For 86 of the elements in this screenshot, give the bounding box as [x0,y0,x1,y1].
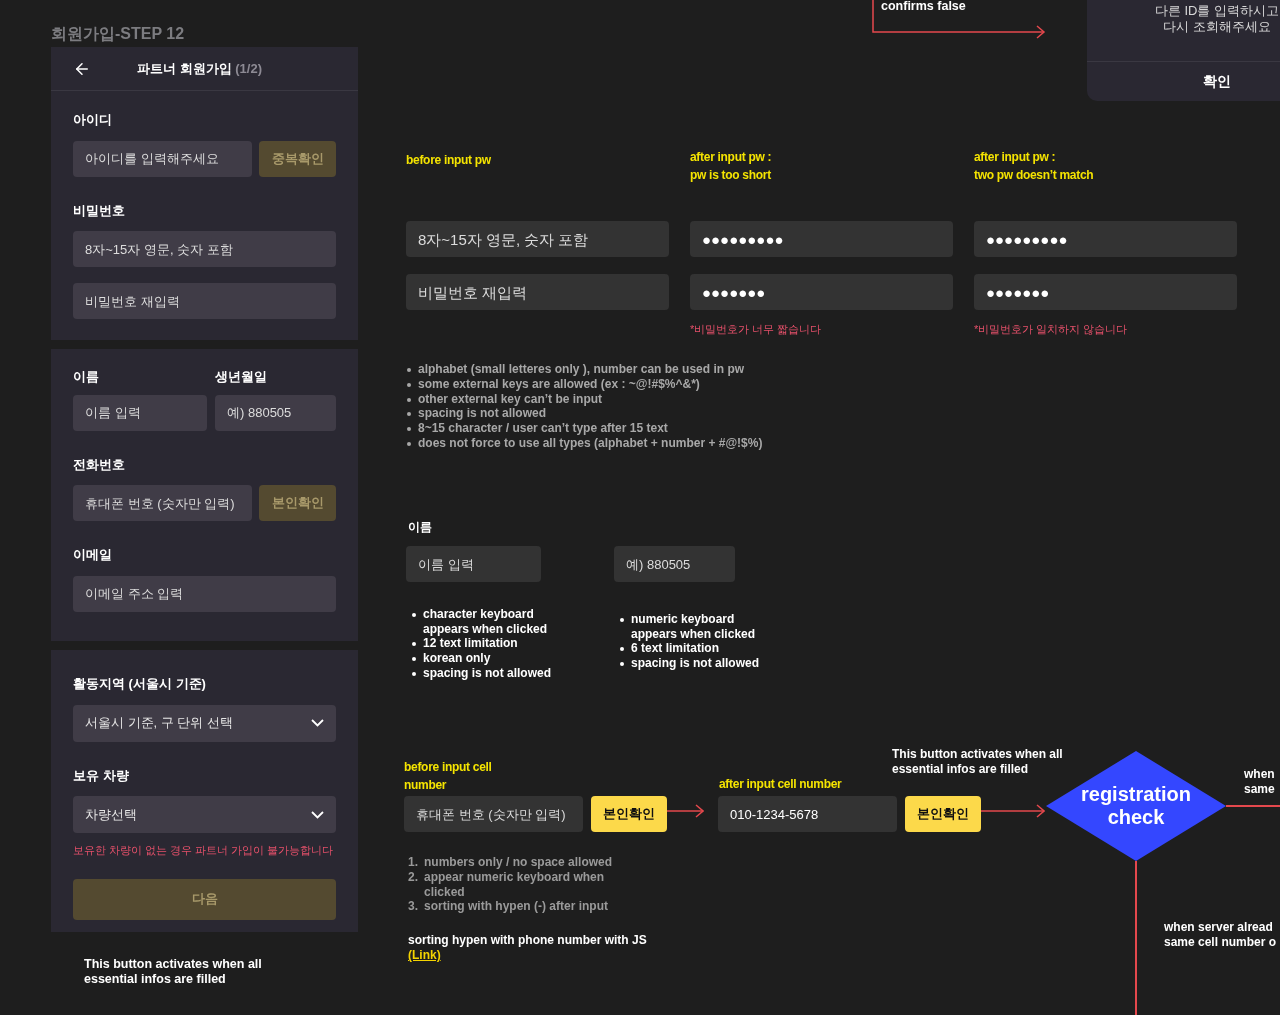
input-field[interactable]: ●●●●●●●●● [690,221,953,257]
input-field[interactable]: 이름 입력 [406,546,541,582]
field-label: 활동지역 (서울시 기준) [73,675,207,693]
frame-title: 회원가입-STEP 12 [51,24,185,44]
bullet-icon [620,647,624,652]
field-label: 아이디 [73,111,113,129]
input-field[interactable]: 비밀번호 재입력 [406,274,669,310]
error-text: *비밀번호가 너무 짧습니다 [690,322,823,337]
select-dropdown[interactable]: 서울시 기준, 구 단위 선택 [73,704,336,742]
annotation-text: This button activates when all essential infos are filled [84,957,263,987]
note-text: numeric keyboard appears when clicked [631,612,757,642]
field-label: 전화번호 [73,455,126,474]
input-field[interactable]: 이름 입력 [73,394,207,431]
input-field[interactable]: ●●●●●●● [974,274,1237,310]
state-caption: after input cell number [719,776,842,793]
note-text: some external keys are allowed (ex : ~@!#$%^&*) [418,376,700,392]
diamond-label: registration check [1080,783,1192,829]
input-field[interactable]: 8자~15자 영문, 숫자 포함 [406,221,669,257]
bullet-icon [407,427,411,432]
note-text: spacing is not allowed [423,665,552,681]
input-field[interactable]: ●●●●●●●●● [974,221,1237,257]
input-field[interactable]: 010-1234-5678 [718,796,897,832]
input-field[interactable]: 8자~15자 영문, 숫자 포함 [73,231,336,267]
input-field[interactable]: 비밀번호 재입력 [73,283,336,319]
bullet-icon [620,662,624,667]
screen-title: 파트너 회원가입 (1/2) [137,59,262,78]
annotation-text: confirms false [881,0,966,13]
connector-line [1226,805,1280,807]
note-text: alphabet (small letteres only ), number can be used in pw [418,362,745,377]
step-number: 1. [408,855,419,870]
state-caption: before input pw [406,152,492,169]
note-text: does not force to use all types (alphabet + number + #@!$%) [418,436,763,451]
field-label: 이메일 [73,546,113,564]
note-text: spacing is not allowed [631,656,760,671]
verify-button[interactable]: 본인확인 [905,796,981,832]
annotation-text: This button activates when all essential infos are filled [892,747,1064,777]
error-text: *비밀번호가 일치하지 않습니다 [974,322,1129,337]
note-text: 8~15 character / user can’t type after 15 text [418,421,668,436]
note-text: spacing is not allowed [418,406,547,422]
input-field[interactable]: 예) 880505 [215,394,336,431]
note-text: other external key can’t be input [418,391,603,407]
warning-text: 보유한 차량이 없는 경우 파트너 가입이 불가능합니다 [73,843,335,858]
input-field[interactable]: ●●●●●●● [690,274,953,310]
field-label: 이름 [408,519,433,536]
arrow [667,804,704,818]
annotation-text: when same [1244,767,1275,797]
note-text: sorting with hypen (-) after input [424,899,608,915]
link[interactable]: (Link) [408,948,441,963]
verify-button[interactable]: 본인확인 [591,796,667,832]
bullet-icon [412,613,416,617]
bullet-icon [412,671,416,676]
bullet-icon [412,657,416,662]
note-text: character keyboard appears when clicked [423,607,549,637]
bullet-icon [407,442,411,446]
bullet-icon [407,397,411,402]
bullet-icon [407,368,411,372]
confirm-button[interactable]: 확인 [1087,61,1280,101]
annotation-text: when server alread same cell number o [1164,920,1277,950]
state-caption: after input pw : two pw doesn’t match [974,149,1095,184]
bullet-icon [407,382,411,387]
note-text: 12 text limitation [423,636,518,652]
dialog-message: 다른 ID를 입력하시고 다시 조회해주세요 [1153,2,1280,36]
chevron-down-icon [311,719,324,727]
field-label: 비밀번호 [73,201,126,220]
arrow [981,804,1045,818]
select-dropdown[interactable]: 차량선택 [73,796,336,833]
bullet-icon [412,642,416,647]
input-field[interactable]: 휴대폰 번호 (숫자만 입력) [404,796,583,832]
note-text: numbers only / no space allowed [424,855,613,870]
note-text: 6 text limitation [631,641,719,657]
state-caption: after input pw : pw is too short [690,149,773,184]
annotation-text: sorting hypen with phone number with JS [408,933,647,948]
field-label: 생년월일 [215,368,268,386]
field-label: 이름 [73,368,100,386]
step-number: 3. [408,899,419,915]
step-number: 2. [408,869,419,886]
bullet-icon [407,412,411,417]
chevron-down-icon [311,810,324,819]
bullet-icon [620,618,624,622]
note-text: korean only [423,651,491,666]
input-field[interactable]: 이메일 주소 입력 [73,575,336,612]
field-label: 보유 차량 [73,766,130,785]
input-field[interactable]: 아이디를 입력해주세요 [73,140,252,177]
input-field[interactable]: 휴대폰 번호 (숫자만 입력) [73,485,252,521]
state-caption: before input cell number [404,759,493,794]
input-field[interactable]: 예) 880505 [614,546,735,582]
